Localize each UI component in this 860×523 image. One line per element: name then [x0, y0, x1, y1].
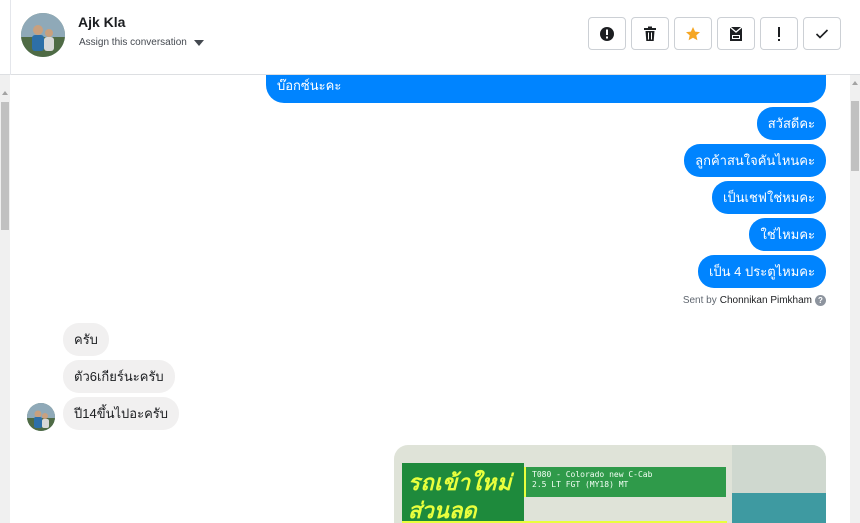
scrollbar-thumb[interactable] — [1, 102, 9, 230]
trash-icon — [644, 26, 656, 41]
caret-down-icon — [193, 39, 204, 46]
assign-conversation-dropdown[interactable]: Assign this conversation — [79, 37, 204, 48]
conversation-header: Ajk Kla Assign this conversation — [0, 0, 860, 75]
delete-button[interactable] — [631, 17, 669, 50]
mark-done-button[interactable] — [803, 17, 841, 50]
message-thread: บ๊อกซ์นะคะ สวัสดีคะ ลูกค้าสนใจคันไหนคะ เ… — [10, 75, 850, 523]
scroll-up-arrow-icon[interactable] — [2, 91, 8, 95]
outgoing-message: ลูกค้าสนใจคันไหนคะ — [684, 144, 826, 177]
right-scrollbar[interactable] — [850, 75, 860, 523]
conversation-actions — [588, 17, 841, 50]
sender-name: Chonnikan Pimkham — [719, 295, 812, 306]
sender-avatar[interactable] — [27, 403, 55, 431]
star-icon — [686, 26, 700, 40]
help-icon[interactable]: ? — [815, 295, 826, 306]
divider — [10, 0, 11, 75]
exclamation-icon — [778, 26, 780, 41]
avatar-photo — [27, 403, 55, 431]
promo-image-attachment[interactable]: T080 - Colorado new C-Cab 2.5 LT FGT (MY… — [394, 445, 826, 523]
promo-background — [732, 445, 826, 493]
outgoing-message: ใช่ไหมคะ — [749, 218, 826, 251]
promo-spec-line: T080 - Colorado new C-Cab — [532, 470, 653, 479]
check-icon — [815, 28, 829, 39]
left-scrollbar[interactable] — [0, 75, 10, 523]
incoming-message: ครับ — [63, 323, 109, 356]
scroll-up-arrow-icon[interactable] — [852, 81, 858, 85]
archive-button[interactable] — [717, 17, 755, 50]
assign-label: Assign this conversation — [79, 37, 187, 48]
sent-by-prefix: Sent by — [682, 295, 717, 306]
promo-vehicle-shape — [732, 493, 826, 523]
promo-spec-line: 2.5 LT FGT (MY18) MT — [532, 480, 629, 489]
follow-up-button[interactable] — [760, 17, 798, 50]
star-button[interactable] — [674, 17, 712, 50]
promo-spec-box: T080 - Colorado new C-Cab 2.5 LT FGT (MY… — [526, 467, 726, 497]
promo-subheadline: ส่วนลด — [408, 498, 477, 523]
incoming-message: ตัว6เกียร์นะครับ — [63, 360, 175, 393]
avatar[interactable] — [21, 13, 65, 57]
spam-button[interactable] — [588, 17, 626, 50]
scrollbar-thumb[interactable] — [851, 101, 859, 171]
archive-icon — [729, 26, 743, 41]
contact-name: Ajk Kla — [78, 14, 126, 30]
outgoing-message: เป็นเชฟใช่หมคะ — [711, 181, 826, 214]
outgoing-message: บ๊อกซ์นะคะ — [266, 75, 826, 103]
sent-by-label: Sent by Chonnikan Pimkham ? — [683, 295, 826, 306]
incoming-message: ปี14ขึ้นไปอะครับ — [63, 397, 179, 430]
outgoing-message: สวัสดีคะ — [756, 107, 826, 140]
alert-circle-icon — [600, 26, 614, 41]
avatar-photo — [21, 13, 65, 57]
outgoing-message: เป็น 4 ประตูไหมคะ — [697, 255, 826, 288]
